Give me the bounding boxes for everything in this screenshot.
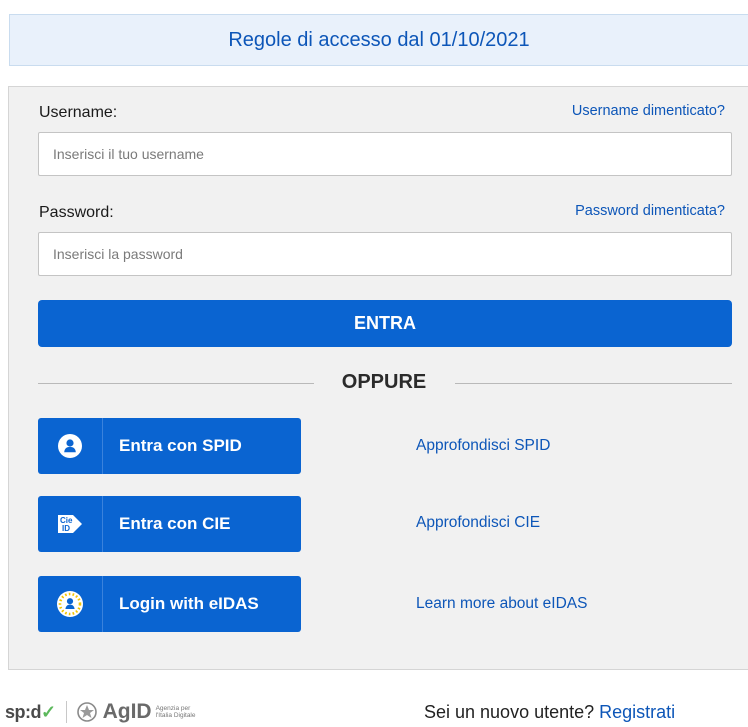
forgot-username-link[interactable]: Username dimenticato? (572, 103, 725, 119)
spid-logo: sp:d✓ (5, 701, 56, 722)
login-panel: Username: Username dimenticato? Password… (8, 86, 748, 670)
agid-subtitle: Agenzia per l'Italia Digitale (155, 705, 196, 719)
eidas-info-link[interactable]: Learn more about eIDAS (416, 595, 587, 613)
spid-button-label: Entra con SPID (119, 436, 242, 455)
cie-info-link[interactable]: Approfondisci CIE (416, 514, 540, 532)
access-rules-banner[interactable]: Regole di accesso dal 01/10/2021 (9, 14, 748, 66)
login-submit-button[interactable]: ENTRA (38, 300, 732, 347)
eidas-login-button[interactable]: Login with eIDAS (38, 576, 301, 632)
divider-text: OPPURE (341, 371, 427, 393)
cie-button-label: Entra con CIE (119, 514, 231, 533)
forgot-password-link[interactable]: Password dimenticata? (575, 203, 725, 219)
svg-text:ID: ID (62, 524, 70, 533)
eidas-stars-icon (38, 576, 102, 632)
agid-emblem-icon (76, 702, 97, 722)
cie-id-icon: Cie ID (38, 496, 102, 552)
register-link[interactable]: Registrati (599, 702, 675, 722)
username-input[interactable] (38, 132, 732, 176)
agid-logo-text: AgID (102, 700, 152, 723)
divider-line-left (38, 383, 314, 384)
spid-login-button[interactable]: Entra con SPID (38, 418, 301, 474)
spid-user-icon (38, 418, 102, 474)
password-input[interactable] (38, 232, 732, 276)
partner-logos: sp:d✓ AgID Agenzia per l'Italia Digitale (5, 700, 196, 724)
username-label: Username: (39, 104, 118, 121)
eidas-button-label: Login with eIDAS (119, 594, 259, 613)
agid-logo: AgID Agenzia per l'Italia Digitale (76, 700, 196, 724)
cie-login-button[interactable]: Cie ID Entra con CIE (38, 496, 301, 552)
spid-info-link[interactable]: Approfondisci SPID (416, 437, 550, 455)
divider-line-right (455, 383, 732, 384)
new-user-text: Sei un nuovo utente? (424, 702, 595, 722)
new-user-prompt: Sei un nuovo utente? Registrati (424, 702, 675, 723)
password-label: Password: (39, 204, 114, 221)
logo-separator (65, 701, 67, 723)
access-rules-text[interactable]: Regole di accesso dal 01/10/2021 (228, 29, 529, 52)
